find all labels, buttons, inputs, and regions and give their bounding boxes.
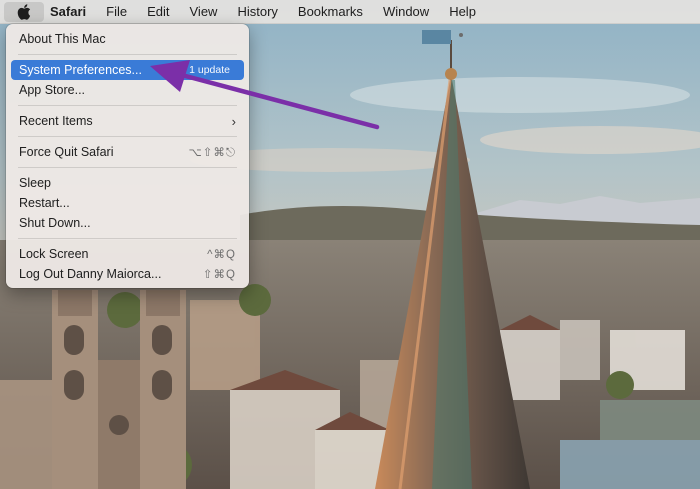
- menu-item-restart[interactable]: Restart...: [11, 193, 244, 213]
- menu-item-label: Recent Items: [19, 114, 93, 128]
- menu-item-label: Shut Down...: [19, 216, 91, 230]
- menu-item-about-this-mac[interactable]: About This Mac: [11, 29, 244, 49]
- menu-item-label: System Preferences...: [19, 63, 142, 77]
- menu-edit[interactable]: Edit: [137, 0, 179, 24]
- menu-view[interactable]: View: [180, 0, 228, 24]
- apple-logo-icon: [17, 3, 31, 20]
- menu-history[interactable]: History: [227, 0, 287, 24]
- keyboard-shortcut: ⇧⌘Q: [202, 269, 236, 281]
- menu-item-app-store[interactable]: App Store...: [11, 80, 244, 100]
- menu-bookmarks[interactable]: Bookmarks: [288, 0, 373, 24]
- menu-item-lock-screen[interactable]: Lock Screen ^⌘Q: [11, 244, 244, 264]
- menu-item-label: Log Out Danny Maiorca...: [19, 267, 162, 281]
- apple-menu-button[interactable]: [4, 1, 44, 22]
- menu-file[interactable]: File: [96, 0, 137, 24]
- menu-item-system-preferences[interactable]: System Preferences... 1 update: [11, 60, 244, 80]
- menu-item-sleep[interactable]: Sleep: [11, 173, 244, 193]
- keyboard-shortcut: ⌥⇧⌘⎋: [188, 146, 236, 159]
- menu-item-label: Lock Screen: [19, 247, 89, 261]
- menu-item-label: Restart...: [19, 196, 70, 210]
- menu-separator: [18, 238, 237, 239]
- menu-item-label: About This Mac: [19, 32, 106, 46]
- menu-item-label: Sleep: [19, 176, 51, 190]
- menu-window[interactable]: Window: [373, 0, 439, 24]
- apple-menu-dropdown: About This Mac System Preferences... 1 u…: [6, 24, 249, 288]
- menu-bar: Safari File Edit View History Bookmarks …: [0, 0, 700, 24]
- menu-item-recent-items[interactable]: Recent Items ›: [11, 111, 244, 131]
- menu-item-label: App Store...: [19, 83, 86, 97]
- menu-help[interactable]: Help: [439, 0, 486, 24]
- menu-item-label: Force Quit Safari: [19, 145, 114, 159]
- menu-separator: [18, 105, 237, 106]
- menu-item-log-out[interactable]: Log Out Danny Maiorca... ⇧⌘Q: [11, 264, 244, 284]
- menu-app-name[interactable]: Safari: [44, 0, 96, 24]
- keyboard-shortcut: ^⌘Q: [207, 249, 236, 261]
- chevron-right-icon: ›: [231, 113, 236, 129]
- menu-separator: [18, 167, 237, 168]
- menu-separator: [18, 136, 237, 137]
- menu-separator: [18, 54, 237, 55]
- menu-item-shut-down[interactable]: Shut Down...: [11, 213, 244, 233]
- update-badge: 1 update: [189, 64, 230, 76]
- menu-item-force-quit[interactable]: Force Quit Safari ⌥⇧⌘⎋: [11, 142, 244, 162]
